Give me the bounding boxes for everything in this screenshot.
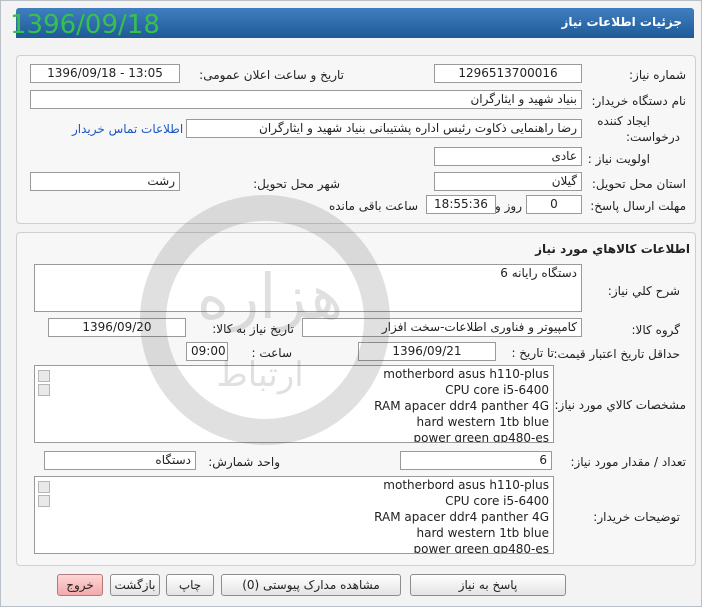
buyer-notes-field: motherbord asus h110-plus CPU core i5-64…: [34, 476, 554, 554]
specs-label: مشخصات کالاي مورد نياز:: [554, 398, 686, 412]
buyer-org-label: نام دستگاه خریدار:: [591, 94, 687, 108]
reply-button[interactable]: پاسخ به نیاز: [410, 574, 566, 596]
goods-section-title: اطلاعات کالاهاي مورد نياز: [535, 242, 690, 256]
deadline-label: مهلت ارسال پاسخ:: [590, 199, 686, 213]
deadline-time-field: 18:55:36: [426, 195, 496, 214]
specs-line: hard western 1tb blue: [416, 415, 549, 429]
specs-line: power green gp480-es: [413, 431, 549, 443]
creator-label-line2: درخواست:: [626, 130, 680, 144]
print-button[interactable]: چاپ: [166, 574, 214, 596]
need-date-field: 1396/09/20: [48, 318, 186, 337]
province-field: گیلان: [434, 172, 582, 191]
general-desc-text: 6 دستگاه رایانه: [500, 266, 577, 280]
price-validity-label: حداقل تاریخ اعتبار قیمت:: [553, 347, 680, 361]
exit-button[interactable]: خروج: [57, 574, 103, 596]
quantity-field: 6: [400, 451, 552, 470]
notes-scrollbar[interactable]: [38, 481, 50, 543]
specs-line: motherbord asus h110-plus: [383, 367, 549, 381]
time-field: 09:00: [186, 342, 228, 361]
city-label: شهر محل تحویل:: [253, 177, 340, 191]
notes-line: CPU core i5-6400: [445, 494, 549, 508]
need-number-label: شماره نیاز:: [629, 68, 686, 82]
buyer-contact-link[interactable]: اطلاعات تماس خریدار: [72, 122, 183, 136]
notes-line: motherbord asus h110-plus: [383, 478, 549, 492]
need-number-field: 1296513700016: [434, 64, 582, 83]
priority-label: اولویت نیاز :: [587, 152, 650, 166]
need-date-label: تاریخ نیاز به کالا:: [212, 322, 294, 336]
until-date-label: تا تاریخ :: [511, 346, 554, 360]
specs-scrollbar[interactable]: [38, 370, 50, 432]
date-stamp: 1396/09/18: [10, 10, 160, 40]
goods-group-field: کامپیوتر و فناوری اطلاعات-سخت افزار: [302, 318, 582, 337]
priority-field: عادی: [434, 147, 582, 166]
goods-group-label: گروه کالا:: [631, 323, 681, 337]
creator-label-line1: ایجاد کننده: [597, 114, 650, 128]
unit-label: واحد شمارش:: [208, 455, 280, 469]
buyer-notes-label: توضیحات خریدار:: [593, 510, 680, 524]
city-field: رشت: [30, 172, 180, 191]
quantity-label: تعداد / مقدار مورد نیاز:: [570, 455, 686, 469]
creator-field: رضا راهنمایی ذکاوت رئیس اداره پشتیبانی ب…: [186, 119, 582, 138]
deadline-days-field: 0: [526, 195, 582, 214]
time-label: ساعت :: [251, 346, 292, 360]
province-label: استان محل تحویل:: [591, 177, 686, 191]
announce-date-label: تاریخ و ساعت اعلان عمومی:: [199, 68, 344, 82]
general-desc-field: 6 دستگاه رایانه: [34, 264, 582, 312]
specs-field: motherbord asus h110-plus CPU core i5-64…: [34, 365, 554, 443]
remaining-word: ساعت باقی مانده: [328, 199, 418, 213]
buyer-org-field: بنیاد شهید و ایثارگران: [30, 90, 582, 109]
back-button[interactable]: بازگشت: [110, 574, 160, 596]
view-attachments-button[interactable]: مشاهده مدارک پیوستی (0): [221, 574, 401, 596]
page-title: جزئیات اطلاعات نیاز: [561, 15, 682, 29]
notes-line: power green gp480-es: [413, 542, 549, 554]
notes-line: hard western 1tb blue: [416, 526, 549, 540]
general-desc-label: شرح کلي نياز:: [607, 284, 680, 298]
days-word: روز و: [495, 199, 522, 213]
notes-line: RAM apacer ddr4 panther 4G: [374, 510, 549, 524]
specs-line: CPU core i5-6400: [445, 383, 549, 397]
specs-line: RAM apacer ddr4 panther 4G: [374, 399, 549, 413]
until-date-field: 1396/09/21: [358, 342, 496, 361]
announce-date-field: 1396/09/18 - 13:05: [30, 64, 180, 83]
unit-field: دستگاه: [44, 451, 196, 470]
